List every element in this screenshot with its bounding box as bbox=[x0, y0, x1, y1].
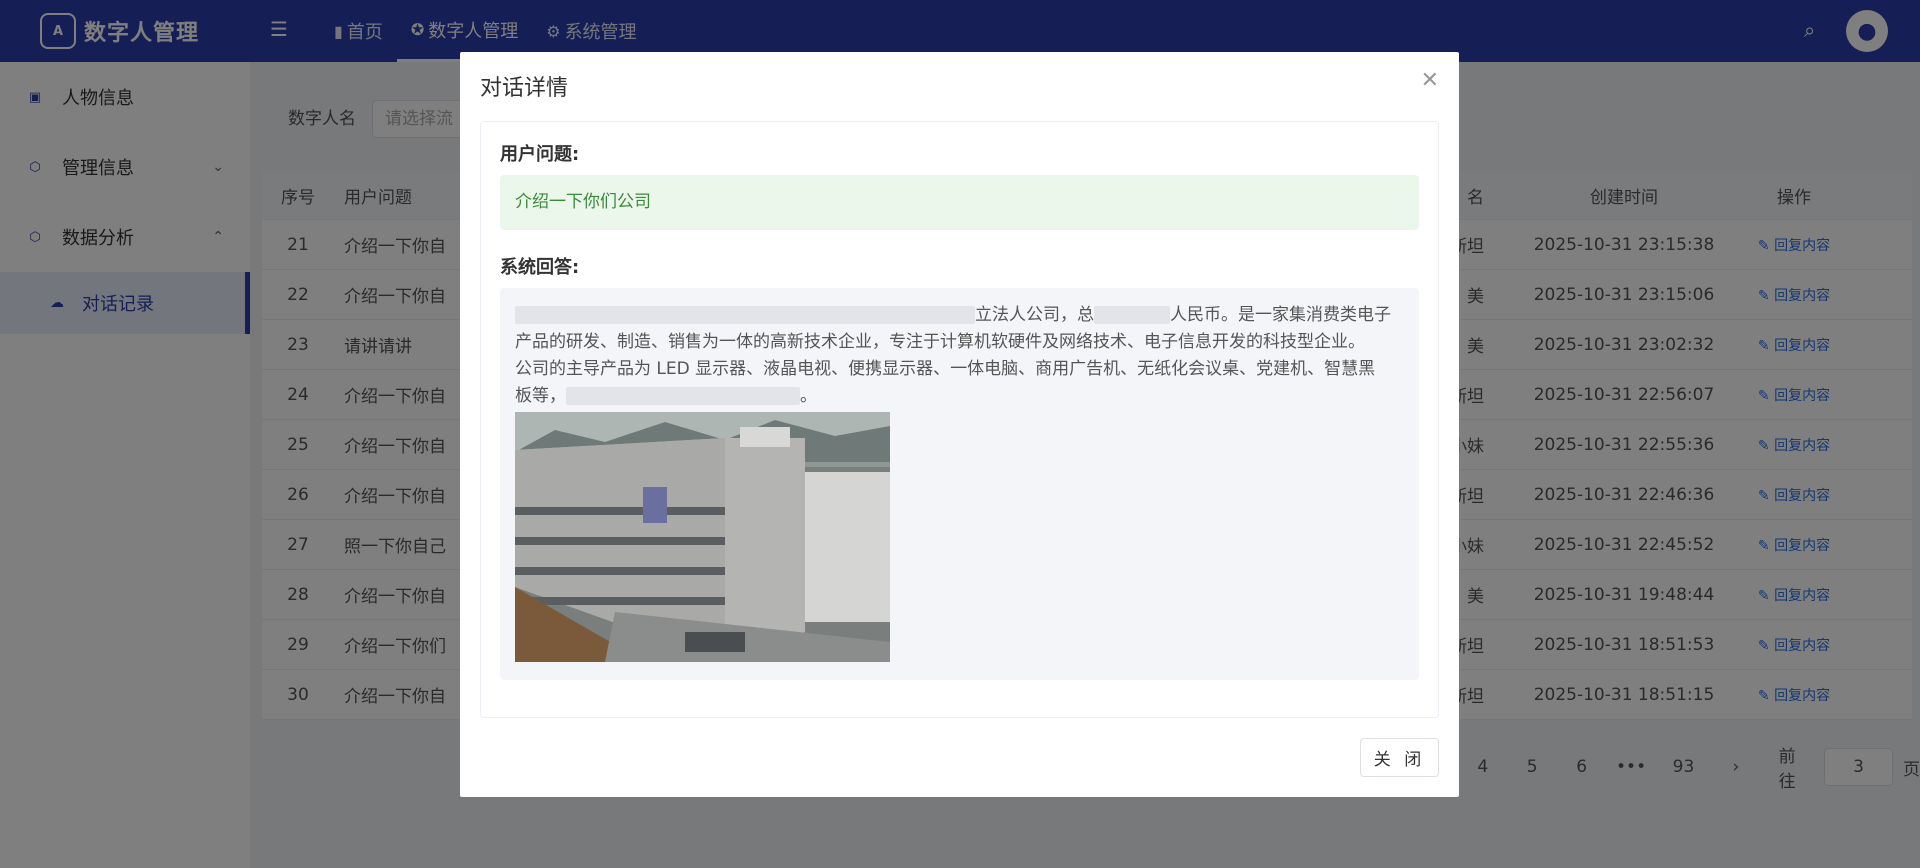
close-icon[interactable]: ✕ bbox=[1421, 68, 1439, 93]
answer-text: 立法人公司，总 人民币。是一家集消费类电子 产品的研发、制造、销售为一体的高新技术… bbox=[515, 302, 1404, 410]
dialog-title: 对话详情 bbox=[480, 76, 569, 101]
answer-fragment: 人民币。是一家集消费类电子 bbox=[1170, 305, 1391, 325]
user-question: 介绍一下你们公司 bbox=[500, 175, 1419, 230]
answer-line-3: 公司的主导产品为 LED 显示器、液晶电视、便携显示器、一体电脑、商用广告机、无… bbox=[515, 359, 1376, 379]
question-label: 用户问题: bbox=[500, 144, 580, 165]
close-dialog-button[interactable]: 关 闭 bbox=[1360, 738, 1439, 777]
system-answer: 立法人公司，总 人民币。是一家集消费类电子 产品的研发、制造、销售为一体的高新技术… bbox=[500, 288, 1419, 680]
answer-fragment: 板等， bbox=[515, 386, 566, 406]
answer-fragment: 立法人公司，总 bbox=[975, 305, 1094, 325]
answer-label: 系统回答: bbox=[500, 257, 580, 278]
answer-line-2: 产品的研发、制造、销售为一体的高新技术企业，专注于计算机软硬件及网络技术、电子信… bbox=[515, 332, 1365, 352]
redacted-block bbox=[515, 306, 975, 324]
answer-fragment: 。 bbox=[800, 386, 817, 406]
answer-line-4: 板等， 。 bbox=[515, 383, 1404, 410]
redacted-block bbox=[1094, 306, 1170, 324]
dialog-detail: 对话详情 ✕ 用户问题: 介绍一下你们公司 系统回答: 立法人公司，总 人民币。是… bbox=[460, 52, 1459, 797]
dialog-panel: 用户问题: 介绍一下你们公司 系统回答: 立法人公司，总 人民币。是一家集消费类电… bbox=[480, 121, 1439, 718]
building-photo bbox=[515, 412, 890, 662]
company-building-image bbox=[515, 412, 890, 662]
answer-line-1: 立法人公司，总 人民币。是一家集消费类电子 bbox=[515, 302, 1404, 329]
redacted-block bbox=[566, 387, 800, 405]
